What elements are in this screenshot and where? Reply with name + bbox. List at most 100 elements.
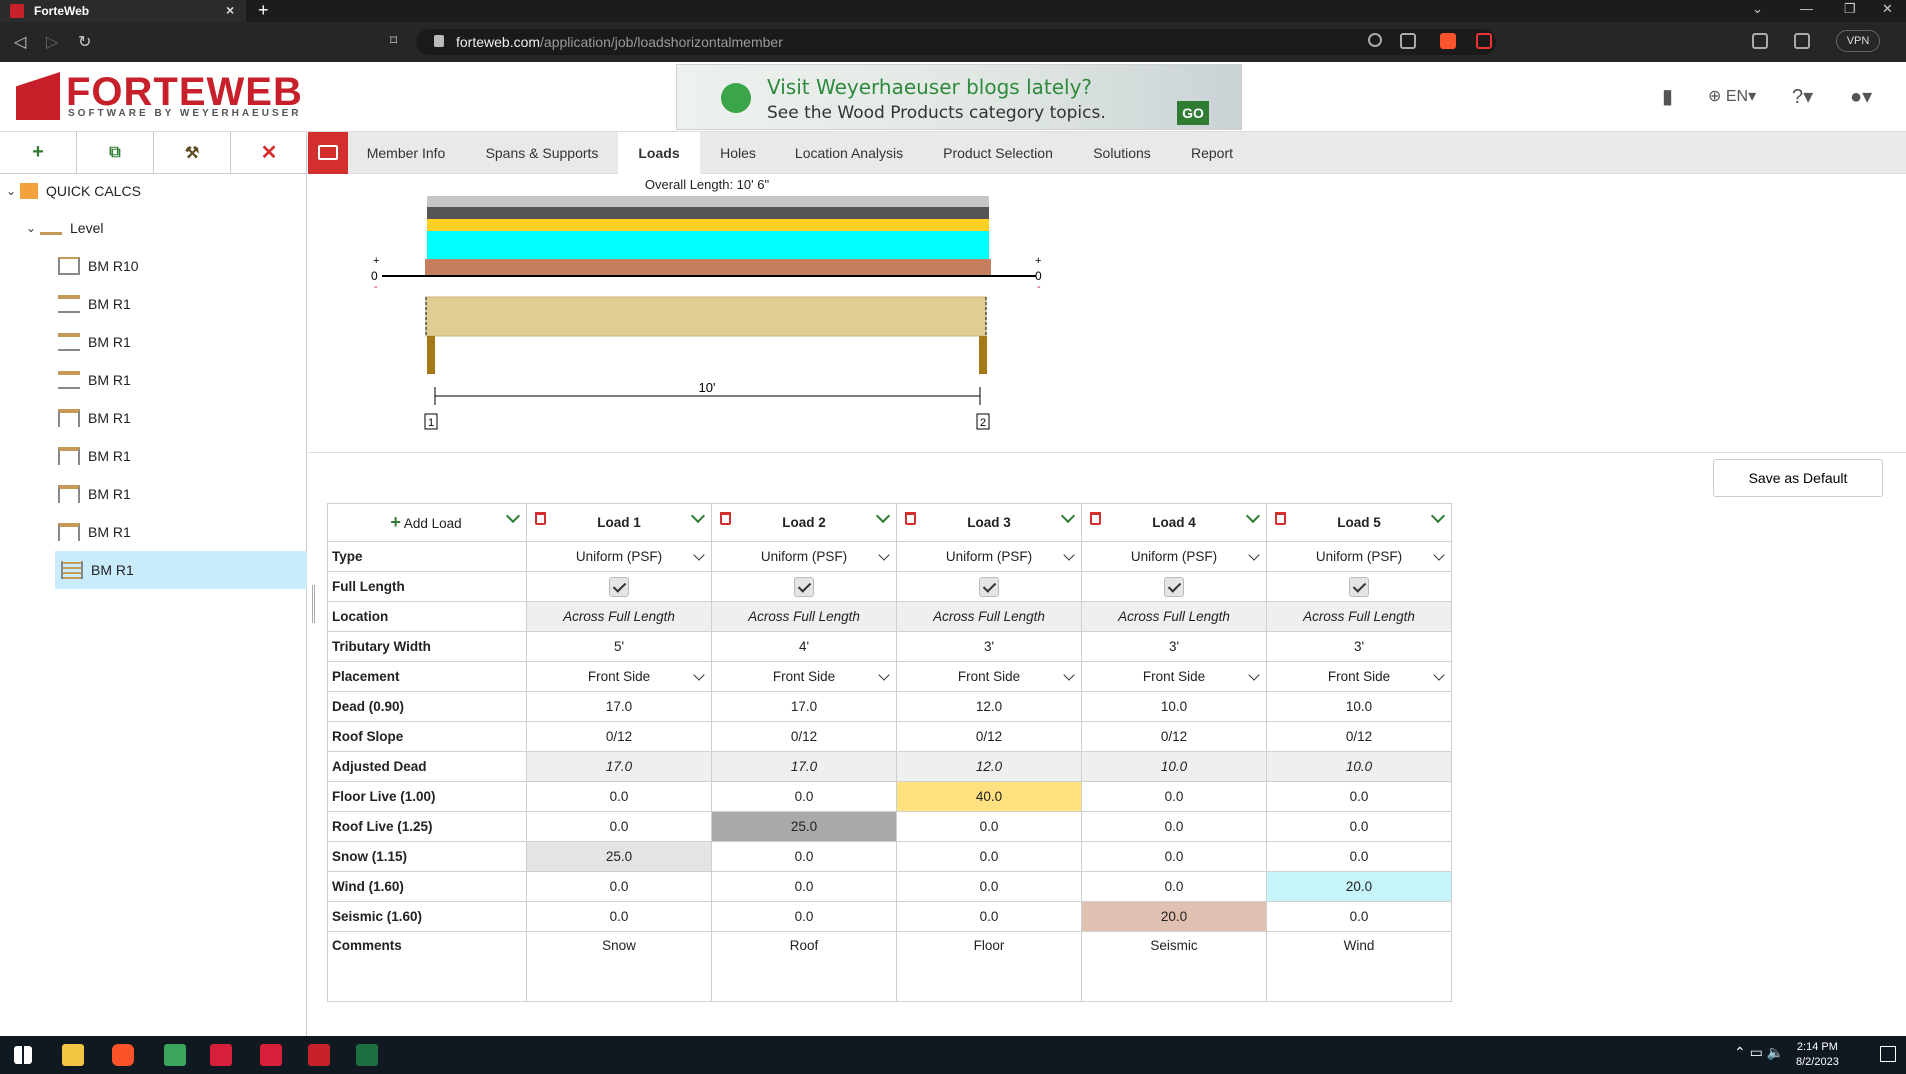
tree-item[interactable]: BM R1 <box>0 513 307 551</box>
full-length-checkbox[interactable] <box>794 576 814 597</box>
roof-live-input[interactable]: 0.0 <box>1081 811 1267 842</box>
seismic-input[interactable]: 0.0 <box>1266 901 1452 932</box>
tree-root-quick-calcs[interactable]: ⌄ QUICK CALCS <box>0 172 307 210</box>
brave-rewards-icon[interactable] <box>1476 33 1492 49</box>
add-load-button[interactable]: Add Load <box>404 516 462 531</box>
full-length-checkbox[interactable] <box>1349 576 1369 597</box>
forward-icon[interactable]: ▷ <box>46 32 58 52</box>
sidebar-toggle-icon[interactable] <box>1752 33 1768 49</box>
tree-item[interactable]: BM R1 <box>0 399 307 437</box>
delete-load-icon[interactable] <box>905 512 916 525</box>
tree-item[interactable]: BM R1 <box>0 437 307 475</box>
type-select[interactable]: Uniform (PSF) <box>711 541 897 572</box>
roof-slope-input[interactable]: 0/12 <box>1081 721 1267 752</box>
key-icon[interactable] <box>1368 33 1382 47</box>
ad-banner[interactable]: Visit Weyerhaeuser blogs lately? See the… <box>676 64 1242 130</box>
share-icon[interactable] <box>1400 33 1416 49</box>
load-menu-chevron-icon[interactable] <box>1245 508 1261 524</box>
beam-member[interactable] <box>425 296 987 337</box>
wind-input[interactable]: 0.0 <box>711 871 897 902</box>
chevron-down-icon[interactable] <box>1433 669 1445 681</box>
new-tab-icon[interactable]: + <box>258 0 269 21</box>
roof-live-input[interactable]: 0.0 <box>1266 811 1452 842</box>
copy-item-button[interactable]: ⧉ <box>77 132 154 173</box>
tree-level[interactable]: ⌄ Level <box>0 209 307 247</box>
load-menu-chevron-icon[interactable] <box>690 508 706 524</box>
brave-browser-icon[interactable] <box>112 1044 134 1066</box>
placement-select[interactable]: Front Side <box>526 661 712 692</box>
tab-loads[interactable]: Loads <box>618 132 700 174</box>
snow-input[interactable]: 0.0 <box>1266 841 1452 872</box>
roof-live-input[interactable]: 0.0 <box>896 811 1082 842</box>
placement-select[interactable]: Front Side <box>1266 661 1452 692</box>
snow-input[interactable]: 0.0 <box>711 841 897 872</box>
file-explorer-icon[interactable] <box>62 1044 84 1066</box>
excel-icon[interactable] <box>356 1044 378 1066</box>
delete-item-button[interactable]: ✕ <box>231 132 307 173</box>
tab-location-analysis[interactable]: Location Analysis <box>784 132 914 174</box>
load-menu-chevron-icon[interactable] <box>1430 508 1446 524</box>
chevron-down-icon[interactable] <box>1433 549 1445 561</box>
snow-input[interactable]: 0.0 <box>896 841 1082 872</box>
system-tray-icons[interactable]: ⌃ ▭ 🔈 <box>1734 1044 1784 1061</box>
app-icon[interactable] <box>164 1044 186 1066</box>
placement-select[interactable]: Front Side <box>896 661 1082 692</box>
snow-input[interactable]: 0.0 <box>1081 841 1267 872</box>
dead-load-input[interactable]: 10.0 <box>1081 691 1267 722</box>
tab-member-info[interactable]: Member Info <box>356 132 456 174</box>
type-select[interactable]: Uniform (PSF) <box>1266 541 1452 572</box>
banner-go-button[interactable]: GO <box>1177 101 1209 125</box>
tributary-width-input[interactable]: 3' <box>896 631 1082 662</box>
help-icon[interactable]: ?▾ <box>1792 84 1813 109</box>
expand-chevron-icon[interactable]: ⌄ <box>6 184 20 198</box>
comment-input[interactable]: Wind <box>1266 931 1452 1002</box>
bookmark-icon[interactable]: ⌑ <box>390 32 397 49</box>
roof-slope-input[interactable]: 0/12 <box>1266 721 1452 752</box>
wind-input[interactable]: 0.0 <box>896 871 1082 902</box>
wind-input[interactable]: 0.0 <box>526 871 712 902</box>
dead-load-input[interactable]: 17.0 <box>711 691 897 722</box>
panel-resize-handle[interactable] <box>312 585 315 623</box>
delete-load-icon[interactable] <box>720 512 731 525</box>
tributary-width-input[interactable]: 3' <box>1266 631 1452 662</box>
chevron-down-icon[interactable] <box>1063 669 1075 681</box>
placement-select[interactable]: Front Side <box>1081 661 1267 692</box>
brave-shield-icon[interactable] <box>1440 33 1456 49</box>
save-as-default-button[interactable]: Save as Default <box>1713 459 1883 497</box>
windows-start-icon[interactable] <box>14 1046 32 1064</box>
delete-load-icon[interactable] <box>1275 512 1286 525</box>
snow-input[interactable]: 25.0 <box>526 841 712 872</box>
delete-load-icon[interactable] <box>1090 512 1101 525</box>
notifications-icon[interactable] <box>1880 1046 1896 1062</box>
reload-icon[interactable]: ↻ <box>78 32 91 52</box>
minimize-icon[interactable]: — <box>1800 1 1813 16</box>
tab-product-selection[interactable]: Product Selection <box>930 132 1066 174</box>
wind-input[interactable]: 0.0 <box>1081 871 1267 902</box>
tab-spans-supports[interactable]: Spans & Supports <box>470 132 614 174</box>
dead-load-input[interactable]: 10.0 <box>1266 691 1452 722</box>
type-select[interactable]: Uniform (PSF) <box>526 541 712 572</box>
chevron-down-icon[interactable] <box>1248 669 1260 681</box>
floor-live-input[interactable]: 0.0 <box>711 781 897 812</box>
chevron-down-icon[interactable] <box>1063 549 1075 561</box>
tab-holes[interactable]: Holes <box>708 132 768 174</box>
close-tab-icon[interactable]: × <box>226 2 234 18</box>
address-bar[interactable]: forteweb.com/application/job/loadshorizo… <box>416 29 1496 55</box>
roof-slope-input[interactable]: 0/12 <box>896 721 1082 752</box>
autodesk-icon[interactable] <box>260 1044 282 1066</box>
add-load-chevron-icon[interactable] <box>505 508 521 524</box>
delete-load-icon[interactable] <box>535 512 546 525</box>
chevron-down-icon[interactable] <box>878 669 890 681</box>
chevron-down-icon[interactable] <box>1248 549 1260 561</box>
add-load-cell[interactable]: + Add Load <box>327 503 527 542</box>
chevron-down-icon[interactable] <box>878 549 890 561</box>
diagram-toggle-button[interactable] <box>308 132 348 174</box>
browser-tab[interactable]: ForteWeb × <box>0 0 246 22</box>
restore-icon[interactable]: ❐ <box>1844 1 1856 17</box>
add-item-button[interactable]: + <box>0 132 77 173</box>
seismic-input[interactable]: 0.0 <box>711 901 897 932</box>
comment-input[interactable]: Seismic <box>1081 931 1267 1002</box>
wind-input[interactable]: 20.0 <box>1266 871 1452 902</box>
seismic-input[interactable]: 0.0 <box>526 901 712 932</box>
full-length-checkbox[interactable] <box>1164 576 1184 597</box>
